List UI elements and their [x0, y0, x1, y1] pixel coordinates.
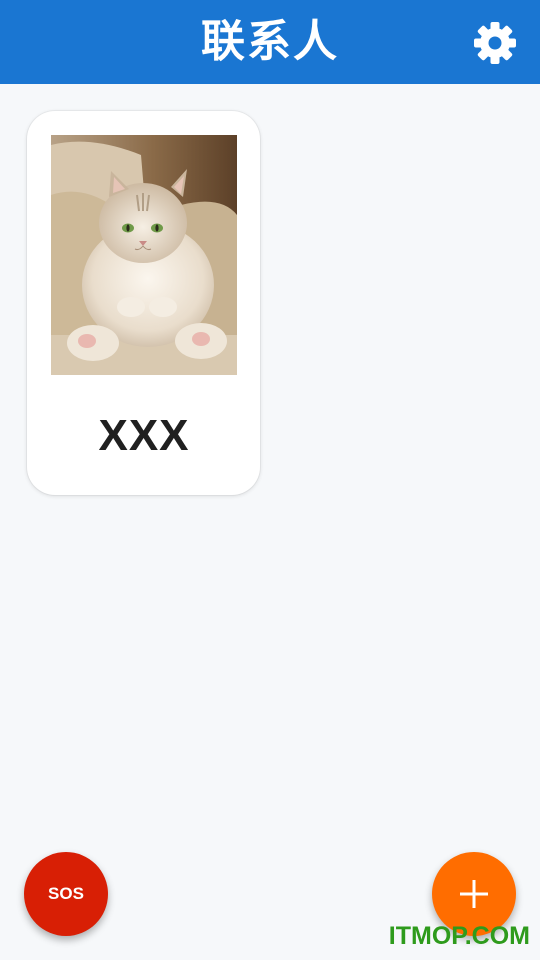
app-bar: 联系人 [0, 0, 540, 84]
watermark: ITMOP.COM [388, 922, 530, 950]
contact-photo [51, 135, 237, 375]
settings-button[interactable] [472, 20, 518, 66]
contact-card[interactable]: XXX [27, 111, 260, 495]
page-title: 联系人 [201, 16, 339, 67]
plus-icon [458, 878, 490, 910]
gear-icon [473, 21, 517, 65]
sos-button[interactable]: SOS [24, 852, 108, 936]
contact-name: XXX [98, 411, 190, 460]
sos-label: SOS [48, 884, 84, 903]
